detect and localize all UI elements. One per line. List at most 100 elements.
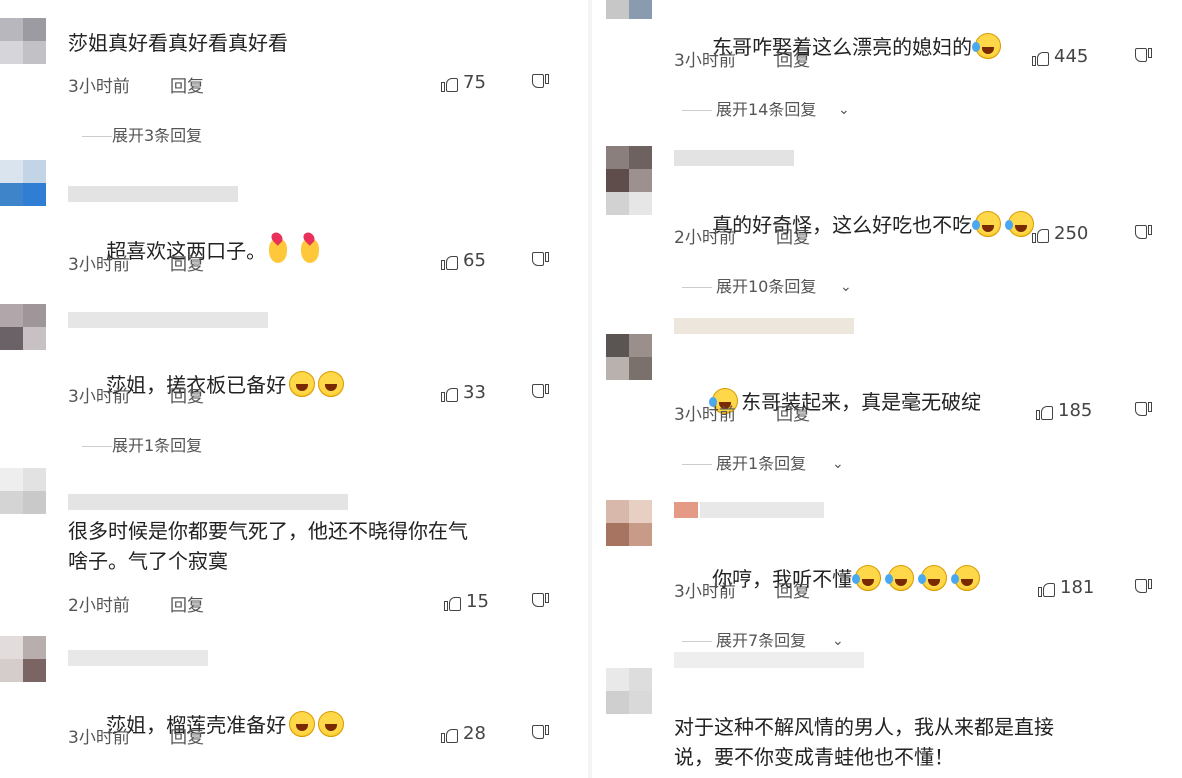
thumb-down-icon[interactable] bbox=[531, 252, 549, 270]
left-comment-column: 莎姐真好看真好看真好看 3小时前 回复 75 展开3条回复 超喜欢这两口子。 3… bbox=[0, 0, 590, 778]
username-blurred bbox=[674, 502, 824, 518]
laugh-icon bbox=[318, 711, 345, 737]
laugh-icon bbox=[289, 371, 316, 397]
avatar[interactable] bbox=[606, 0, 652, 24]
chevron-down-icon: ⌄ bbox=[838, 102, 850, 118]
avatar[interactable] bbox=[606, 334, 652, 380]
tears-of-joy-icon bbox=[918, 565, 948, 591]
like-button[interactable]: 250 bbox=[1032, 223, 1088, 244]
laugh-icon bbox=[289, 711, 316, 737]
thumb-up-icon bbox=[444, 593, 462, 611]
thumb-up-icon bbox=[1038, 579, 1056, 597]
tears-of-joy-icon bbox=[972, 33, 1002, 59]
username-blurred bbox=[68, 312, 268, 328]
tears-of-joy-icon bbox=[885, 565, 915, 591]
like-count: 445 bbox=[1054, 46, 1089, 67]
expand-replies-button[interactable]: 展开14条回复 ⌄ bbox=[682, 102, 882, 118]
comment-time: 2小时前 bbox=[674, 228, 736, 248]
reply-button[interactable]: 回复 bbox=[776, 400, 810, 425]
like-button[interactable]: 185 bbox=[1036, 400, 1092, 421]
reply-button[interactable]: 回复 bbox=[776, 577, 810, 602]
tears-of-joy-icon bbox=[951, 565, 981, 591]
avatar[interactable] bbox=[0, 18, 46, 64]
like-count: 250 bbox=[1054, 223, 1089, 244]
like-count: 15 bbox=[466, 591, 489, 612]
thumb-down-icon[interactable] bbox=[1134, 579, 1152, 597]
like-count: 185 bbox=[1058, 400, 1093, 421]
expand-replies-button[interactable]: 展开7条回复 ⌄ bbox=[682, 633, 882, 649]
expand-replies-button[interactable]: 展开10条回复 ⌄ bbox=[682, 279, 882, 295]
thumb-up-icon bbox=[441, 252, 459, 270]
expand-replies-button[interactable]: 展开1条回复 ⌄ bbox=[682, 456, 882, 472]
reply-button[interactable]: 回复 bbox=[776, 223, 810, 248]
avatar[interactable] bbox=[606, 668, 652, 714]
comment-text: 很多时候是你都要气死了，他还不晓得你在气 啥子。气了个寂寞 bbox=[68, 519, 468, 573]
thumb-up-icon bbox=[1032, 225, 1050, 243]
thumb-down-icon[interactable] bbox=[1134, 48, 1152, 66]
chevron-down-icon: ⌄ bbox=[832, 456, 844, 472]
avatar[interactable] bbox=[0, 304, 46, 350]
avatar[interactable] bbox=[0, 160, 46, 206]
thumb-down-icon[interactable] bbox=[531, 593, 549, 611]
reply-button[interactable]: 回复 bbox=[170, 72, 204, 97]
like-button[interactable]: 181 bbox=[1038, 577, 1094, 598]
hand-heart-icon bbox=[301, 239, 320, 263]
like-button[interactable]: 445 bbox=[1032, 46, 1088, 67]
reply-button[interactable]: 回复 bbox=[170, 250, 204, 275]
comment-time: 3小时前 bbox=[674, 582, 736, 602]
tears-of-joy-icon bbox=[1005, 211, 1035, 237]
like-button[interactable]: 28 bbox=[441, 723, 486, 744]
like-button[interactable]: 65 bbox=[441, 250, 486, 271]
like-button[interactable]: 75 bbox=[441, 72, 486, 93]
thumb-down-icon[interactable] bbox=[531, 74, 549, 92]
avatar[interactable] bbox=[606, 146, 652, 216]
comment-time: 3小时前 bbox=[674, 405, 736, 425]
chevron-down-icon: ⌄ bbox=[832, 633, 844, 649]
thumb-down-icon[interactable] bbox=[1134, 225, 1152, 243]
right-comment-column: 东哥咋娶着这么漂亮的媳妇的 3小时前 回复 445 展开14条回复 ⌄ 真的好奇… bbox=[590, 0, 1182, 778]
comment-text: 莎姐真好看真好看真好看 bbox=[68, 31, 288, 55]
like-count: 181 bbox=[1060, 577, 1095, 598]
like-count: 75 bbox=[463, 72, 486, 93]
reply-button[interactable]: 回复 bbox=[170, 723, 204, 748]
chevron-down-icon: ⌄ bbox=[840, 279, 852, 295]
comment-time: 2小时前 bbox=[68, 596, 130, 616]
reply-button[interactable]: 回复 bbox=[776, 46, 810, 71]
expand-replies-button[interactable]: 展开1条回复 bbox=[82, 438, 262, 454]
laugh-icon bbox=[318, 371, 345, 397]
thumb-up-icon bbox=[1036, 402, 1054, 420]
thumb-down-icon[interactable] bbox=[531, 384, 549, 402]
comment-time: 3小时前 bbox=[68, 387, 130, 407]
like-button[interactable]: 33 bbox=[441, 382, 486, 403]
like-count: 33 bbox=[463, 382, 486, 403]
reply-button[interactable]: 回复 bbox=[170, 382, 204, 407]
thumb-up-icon bbox=[441, 725, 459, 743]
tears-of-joy-icon bbox=[972, 211, 1002, 237]
thumb-up-icon bbox=[441, 74, 459, 92]
username-blurred bbox=[674, 150, 794, 166]
tears-of-joy-icon bbox=[852, 565, 882, 591]
like-count: 65 bbox=[463, 250, 486, 271]
reply-button[interactable]: 回复 bbox=[170, 591, 204, 616]
comment-time: 3小时前 bbox=[674, 51, 736, 71]
expand-replies-button[interactable]: 展开3条回复 bbox=[82, 128, 262, 144]
username-blurred bbox=[674, 318, 854, 334]
thumb-up-icon bbox=[1032, 48, 1050, 66]
like-button[interactable]: 15 bbox=[444, 591, 489, 612]
like-count: 28 bbox=[463, 723, 486, 744]
hand-heart-icon bbox=[269, 239, 288, 263]
avatar[interactable] bbox=[0, 468, 46, 514]
thumb-down-icon[interactable] bbox=[531, 725, 549, 743]
thumb-down-icon[interactable] bbox=[1134, 402, 1152, 420]
comment-time: 3小时前 bbox=[68, 255, 130, 275]
username-blurred bbox=[68, 186, 238, 202]
avatar[interactable] bbox=[606, 500, 652, 546]
comment-time: 3小时前 bbox=[68, 77, 130, 97]
comment-text: 对于这种不解风情的男人，我从来都是直接 说，要不你变成青蛙他也不懂！ bbox=[674, 715, 1054, 769]
thumb-up-icon bbox=[441, 384, 459, 402]
username-blurred bbox=[68, 650, 208, 666]
comment-time: 3小时前 bbox=[68, 728, 130, 748]
avatar[interactable] bbox=[0, 636, 46, 682]
username-blurred bbox=[674, 652, 864, 668]
username-blurred bbox=[68, 494, 348, 510]
